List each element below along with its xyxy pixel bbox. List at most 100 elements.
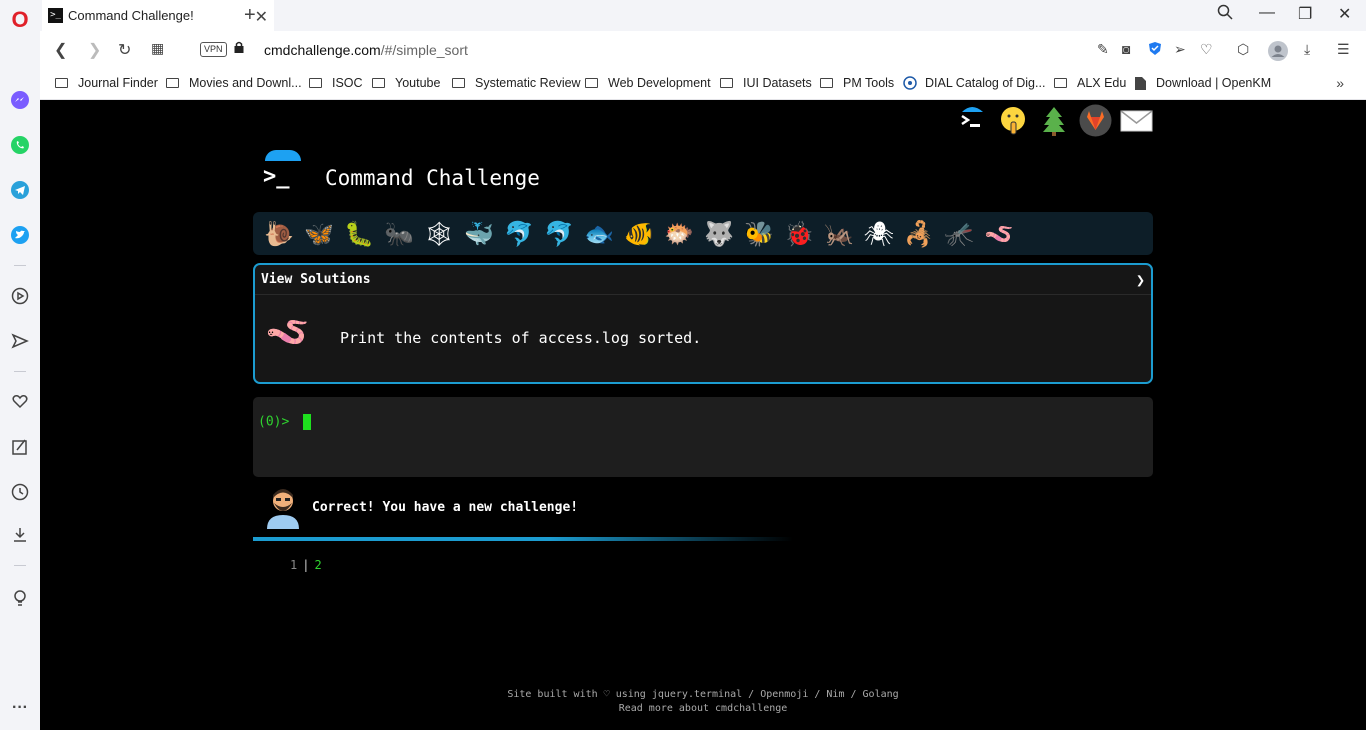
bookmark-openkm[interactable]: Download | OpenKM xyxy=(1135,76,1271,90)
pager-item-current[interactable]: 2 xyxy=(314,558,321,572)
challenge-emoji-10[interactable]: 🐠 xyxy=(619,220,659,248)
shushing-face-icon[interactable] xyxy=(997,104,1030,137)
camera-icon[interactable]: ◙ xyxy=(1122,41,1130,57)
bookmark-dial-catalog[interactable]: DIAL Catalog of Dig... xyxy=(903,76,1045,90)
close-tab-icon[interactable]: ✕ xyxy=(255,7,268,27)
challenge-emoji-12[interactable]: 🐺 xyxy=(699,220,739,248)
heart-icon[interactable] xyxy=(8,389,32,413)
bookmark-web-development[interactable]: Web Development xyxy=(585,76,711,90)
send-icon[interactable]: ➢ xyxy=(1174,41,1186,58)
tree-icon[interactable] xyxy=(1038,104,1071,137)
profile-avatar[interactable] xyxy=(1268,41,1288,64)
history-icon[interactable] xyxy=(8,480,32,504)
challenge-emoji-3[interactable]: 🐛 xyxy=(339,220,379,248)
challenge-emoji-13[interactable]: 🐝 xyxy=(739,220,779,248)
vpn-badge[interactable]: VPN xyxy=(200,42,227,57)
search-tabs-icon[interactable] xyxy=(1217,4,1233,25)
restore-icon[interactable]: ❐ xyxy=(1298,4,1312,24)
bookmark-label: Systematic Review xyxy=(475,76,581,90)
site-logo[interactable]: >_ xyxy=(259,150,305,194)
prompt-text: (0)> xyxy=(258,414,298,430)
challenge-emoji-6[interactable]: 🐳 xyxy=(459,220,499,248)
challenge-emoji-1[interactable]: 🐌 xyxy=(259,220,299,248)
bookmark-journal-finder[interactable]: Journal Finder xyxy=(55,76,158,90)
folder-icon xyxy=(720,78,733,88)
challenge-emoji-bar: 🐌 🦋 🐛 🐜 🕸 🐳 🐬 🐬 🐟 🐠 🐡 🐺 🐝 🐞 🦗 🕷 🦂 🦟 🪱 xyxy=(253,212,1153,255)
close-window-icon[interactable]: ✕ xyxy=(1338,4,1351,24)
edit-icon[interactable]: ✎ xyxy=(1097,41,1109,58)
whatsapp-icon[interactable] xyxy=(8,133,32,157)
forward-icon[interactable]: ❯ xyxy=(88,40,101,60)
footer-read-more-link[interactable]: Read more about cmdchallenge xyxy=(40,702,1366,716)
messenger-icon[interactable] xyxy=(8,88,32,112)
document-icon xyxy=(1135,76,1146,90)
challenge-emoji-15[interactable]: 🦗 xyxy=(819,220,859,248)
globe-icon xyxy=(903,76,917,90)
more-bookmarks-icon[interactable]: » xyxy=(1336,75,1344,91)
gitlab-icon[interactable] xyxy=(1079,104,1112,137)
flow-icon[interactable] xyxy=(8,329,32,353)
challenge-emoji-8[interactable]: 🐬 xyxy=(539,220,579,248)
player-icon[interactable] xyxy=(8,284,32,308)
bookmark-systematic-review[interactable]: Systematic Review xyxy=(452,76,581,90)
telegram-icon[interactable] xyxy=(8,178,32,202)
cube-icon[interactable]: ⬡ xyxy=(1237,41,1249,58)
folder-icon xyxy=(585,78,598,88)
terminal[interactable]: (0)> xyxy=(253,397,1153,477)
download-icon[interactable]: ⤓ xyxy=(1304,41,1310,58)
back-icon[interactable]: ❮ xyxy=(54,40,67,60)
twitter-icon[interactable] xyxy=(8,223,32,247)
challenge-emoji-17[interactable]: 🦂 xyxy=(899,220,939,248)
tab-command-challenge[interactable]: >_ Command Challenge! ✕ xyxy=(42,0,274,31)
pager-item-1[interactable]: 1 xyxy=(290,558,297,572)
view-solutions-header[interactable]: View Solutions ❯ xyxy=(255,265,1151,295)
bookmark-label: ALX Edu xyxy=(1077,76,1127,90)
challenge-emoji-4[interactable]: 🐜 xyxy=(379,220,419,248)
lightbulb-icon[interactable] xyxy=(8,586,32,610)
footer-credits[interactable]: Site built with ♡ using jquery.terminal … xyxy=(40,688,1366,702)
menu-icon[interactable]: ☰ xyxy=(1337,41,1350,58)
folder-icon xyxy=(55,78,68,88)
challenge-emoji-11[interactable]: 🐡 xyxy=(659,220,699,248)
bookmark-isoc[interactable]: ISOC xyxy=(309,76,363,90)
terminal-icon[interactable] xyxy=(956,104,989,137)
bookmark-label: IUI Datasets xyxy=(743,76,812,90)
bookmark-pm-tools[interactable]: PM Tools xyxy=(820,76,894,90)
challenge-emoji-16[interactable]: 🕷 xyxy=(859,220,899,248)
challenge-emoji-5[interactable]: 🕸 xyxy=(419,220,459,248)
terminal-cursor xyxy=(303,414,312,430)
heart-outline-icon[interactable]: ♡ xyxy=(1200,41,1213,58)
bookmark-label: Youtube xyxy=(395,76,441,90)
url-field[interactable]: cmdchallenge.com/#/simple_sort xyxy=(264,42,468,58)
sidebar-divider xyxy=(14,565,26,566)
status-message: Correct! You have a new challenge! xyxy=(312,500,579,515)
downloads-icon[interactable] xyxy=(8,523,32,547)
challenge-emoji-2[interactable]: 🦋 xyxy=(299,220,339,248)
folder-icon xyxy=(166,78,179,88)
shield-icon[interactable] xyxy=(1148,41,1162,59)
more-options-icon[interactable]: ··· xyxy=(8,696,32,720)
bookmark-movies[interactable]: Movies and Downl... xyxy=(166,76,302,90)
bookmark-iui-datasets[interactable]: IUI Datasets xyxy=(720,76,812,90)
opera-logo-icon[interactable]: O xyxy=(8,7,32,32)
bookmark-youtube[interactable]: Youtube xyxy=(372,76,440,90)
pinboard-icon[interactable] xyxy=(8,435,32,459)
challenge-emoji-18[interactable]: 🦟 xyxy=(939,220,979,248)
minimize-icon[interactable]: — xyxy=(1259,4,1275,22)
bookmark-label: DIAL Catalog of Dig... xyxy=(925,76,1046,90)
folder-icon xyxy=(309,78,322,88)
challenge-emoji-19[interactable]: 🪱 xyxy=(979,220,1019,248)
bookmark-alx-edu[interactable]: ALX Edu xyxy=(1054,76,1126,90)
reload-icon[interactable]: ↻ xyxy=(118,40,131,60)
challenge-emoji-9[interactable]: 🐟 xyxy=(579,220,619,248)
new-tab-button[interactable]: + xyxy=(244,4,256,27)
page-title[interactable]: Command Challenge xyxy=(325,166,540,190)
top-icon-bar xyxy=(956,104,1153,137)
lock-icon[interactable] xyxy=(234,41,244,56)
tab-grid-icon[interactable]: ▦ xyxy=(151,40,164,57)
terminal-prompt[interactable]: (0)> xyxy=(258,414,312,430)
challenge-emoji-7[interactable]: 🐬 xyxy=(499,220,539,248)
chevron-right-icon[interactable]: ❯ xyxy=(1136,271,1145,289)
challenge-emoji-14[interactable]: 🐞 xyxy=(779,220,819,248)
mail-icon[interactable] xyxy=(1120,104,1153,137)
